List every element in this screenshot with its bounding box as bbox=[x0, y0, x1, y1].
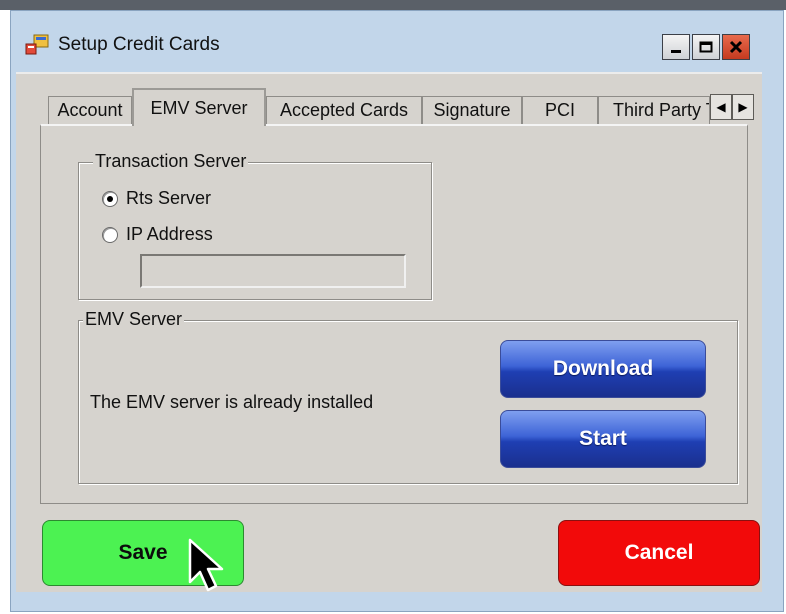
start-button-label: Start bbox=[579, 427, 627, 450]
chevron-left-icon: ◀ bbox=[716, 100, 726, 114]
cancel-button-label: Cancel bbox=[624, 541, 694, 564]
close-icon bbox=[729, 40, 743, 54]
download-button-label: Download bbox=[552, 357, 654, 380]
mouse-pointer-icon bbox=[188, 538, 224, 592]
tab-scroll-right-button[interactable]: ▶ bbox=[732, 94, 754, 120]
emv-status-text: The EMV server is already installed bbox=[90, 392, 374, 412]
tab-strip: Account EMV Server Accepted Cards Signat… bbox=[28, 84, 760, 126]
tab-label: Account bbox=[57, 100, 123, 120]
minimize-button[interactable] bbox=[662, 34, 690, 60]
rts-server-radio[interactable]: Rts Server bbox=[102, 188, 211, 209]
chevron-right-icon: ▶ bbox=[738, 100, 748, 114]
tab-third-party[interactable]: Third Party T bbox=[598, 96, 710, 124]
radio-checked-icon bbox=[102, 190, 118, 207]
title-bar[interactable]: Setup Credit Cards bbox=[0, 0, 786, 70]
download-button[interactable]: Download bbox=[500, 340, 706, 398]
app-icon bbox=[25, 34, 49, 55]
tab-label: PCI bbox=[544, 100, 575, 120]
window-title: Setup Credit Cards bbox=[58, 34, 220, 55]
tab-pci[interactable]: PCI bbox=[522, 96, 598, 124]
tab-accepted-cards[interactable]: Accepted Cards bbox=[266, 96, 422, 124]
tab-account[interactable]: Account bbox=[48, 96, 132, 124]
maximize-button[interactable] bbox=[692, 34, 720, 60]
ip-address-radio[interactable]: IP Address bbox=[102, 224, 213, 245]
tab-label: Signature bbox=[433, 100, 511, 120]
tab-emv-server[interactable]: EMV Server bbox=[132, 88, 266, 126]
start-button[interactable]: Start bbox=[500, 410, 706, 468]
close-button[interactable] bbox=[722, 34, 750, 60]
ip-address-input[interactable] bbox=[140, 254, 406, 288]
tab-signature[interactable]: Signature bbox=[422, 96, 522, 124]
emv-server-group-label: EMV Server bbox=[83, 309, 185, 330]
transaction-server-label: Transaction Server bbox=[93, 151, 249, 172]
maximize-icon bbox=[699, 41, 713, 53]
tab-scroll-left-button[interactable]: ◀ bbox=[710, 94, 732, 120]
minimize-icon bbox=[671, 50, 681, 53]
tab-label: EMV Server bbox=[150, 97, 248, 118]
cancel-button[interactable]: Cancel bbox=[558, 520, 760, 586]
save-button-label: Save bbox=[118, 541, 168, 564]
tab-label: Third Party T bbox=[613, 100, 710, 120]
radio-unchecked-icon bbox=[102, 226, 118, 243]
ip-address-label: IP Address bbox=[126, 224, 213, 244]
rts-server-label: Rts Server bbox=[126, 188, 212, 208]
tab-label: Accepted Cards bbox=[279, 100, 409, 120]
